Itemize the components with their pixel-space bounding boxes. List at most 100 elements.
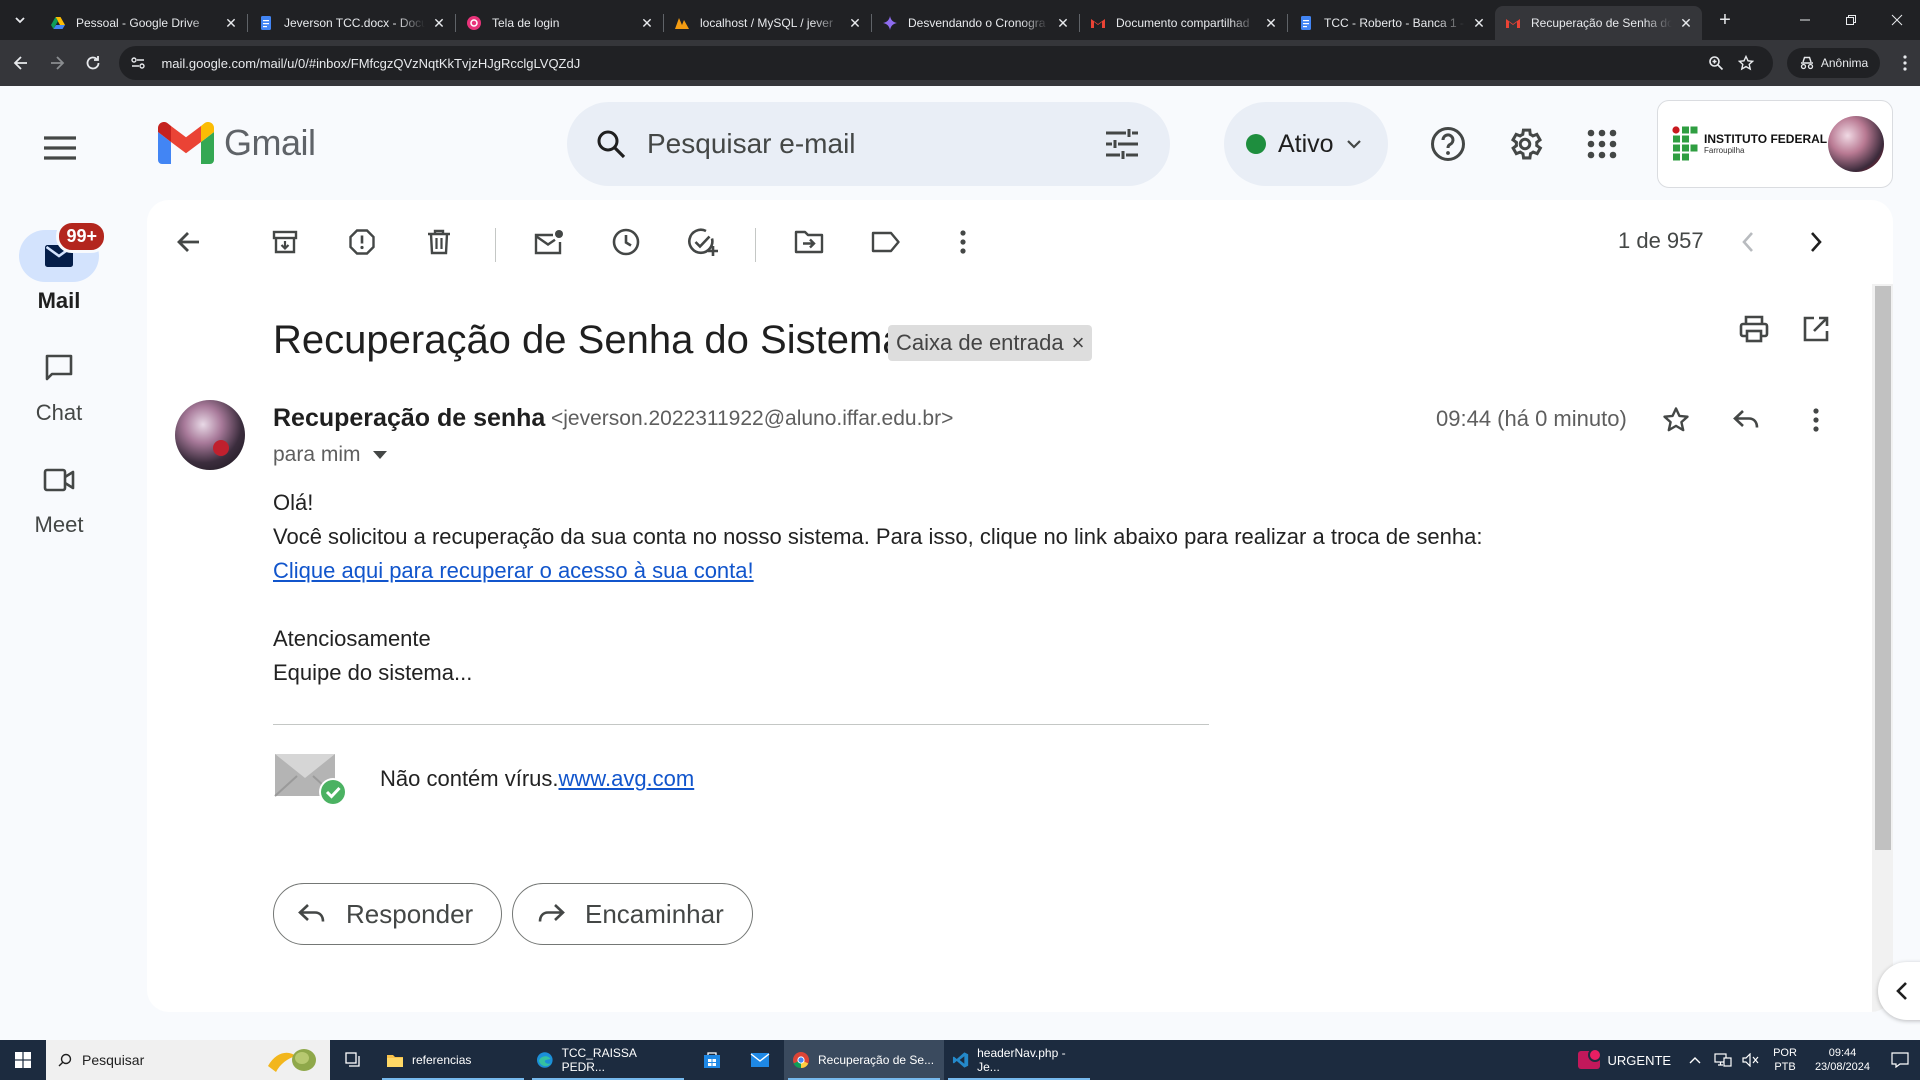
avg-link[interactable]: www.avg.com	[559, 766, 695, 791]
new-tab-button[interactable]: +	[1708, 3, 1742, 37]
labels-button[interactable]	[862, 218, 910, 266]
rail-item-chat[interactable]: Chat	[0, 342, 118, 426]
recipient-details[interactable]: para mim	[273, 443, 387, 467]
browser-tab[interactable]: Desvendando o Cronogra ✕	[872, 6, 1079, 40]
rail-item-meet[interactable]: Meet	[0, 454, 118, 538]
browser-tab[interactable]: Jeverson TCC.docx - Docu ✕	[248, 6, 455, 40]
move-to-button[interactable]	[785, 218, 833, 266]
search-input[interactable]	[647, 128, 1098, 160]
caret-down-icon[interactable]	[372, 451, 387, 459]
sender-name[interactable]: Recuperação de senha	[273, 404, 545, 433]
archive-icon	[272, 230, 298, 254]
taskbar-clock[interactable]: 09:44 23/08/2024	[1805, 1046, 1880, 1074]
toolbar-divider	[755, 228, 756, 262]
close-icon[interactable]: ✕	[431, 15, 447, 31]
recover-account-link[interactable]: Clique aqui para recuperar o acesso à su…	[273, 558, 754, 583]
rail-pill[interactable]	[19, 342, 99, 394]
reload-button[interactable]	[78, 48, 108, 78]
close-window-button[interactable]	[1874, 0, 1920, 40]
task-view-button[interactable]	[330, 1040, 378, 1080]
search-icon[interactable]	[591, 124, 631, 164]
status-dot	[1246, 134, 1266, 154]
search-options-button[interactable]	[1098, 120, 1146, 168]
message-more-button[interactable]	[1792, 396, 1840, 444]
support-button[interactable]	[1420, 116, 1476, 172]
account-avatar[interactable]	[1828, 116, 1884, 172]
notification-center-button[interactable]	[1880, 1040, 1920, 1080]
network-button[interactable]	[1712, 1053, 1734, 1067]
delete-button[interactable]	[415, 218, 463, 266]
newer-message-button[interactable]	[1724, 218, 1772, 266]
close-icon[interactable]: ✕	[847, 15, 863, 31]
store-button[interactable]	[688, 1040, 736, 1080]
main-menu-button[interactable]	[36, 124, 84, 172]
star-button[interactable]	[1652, 396, 1700, 444]
rail-pill[interactable]: 99+	[19, 220, 107, 282]
restore-button[interactable]	[1828, 0, 1874, 40]
message-scrollbar[interactable]	[1872, 284, 1893, 1012]
sender-avatar[interactable]	[175, 400, 245, 470]
more-actions-button[interactable]	[939, 218, 987, 266]
minimize-button[interactable]	[1782, 0, 1828, 40]
bookmark-star-icon[interactable]	[1731, 48, 1761, 78]
open-new-window-button[interactable]	[1792, 305, 1840, 353]
back-button[interactable]	[6, 48, 36, 78]
browser-menu-button[interactable]	[1890, 48, 1920, 78]
browser-tab-active[interactable]: Recuperação de Senha do ✕	[1495, 6, 1702, 40]
mark-unread-button[interactable]	[525, 218, 573, 266]
chevron-right-icon	[1811, 232, 1822, 252]
gmail-logo[interactable]: Gmail	[158, 122, 316, 164]
browser-tab[interactable]: TCC - Roberto - Banca 1 - ✕	[1288, 6, 1495, 40]
incognito-indicator[interactable]: Anônima	[1786, 48, 1881, 78]
reply-button[interactable]: Responder	[273, 883, 503, 945]
urgent-label: URGENTE	[1607, 1052, 1672, 1068]
status-selector[interactable]: Ativo	[1224, 102, 1388, 186]
close-icon[interactable]: ✕	[639, 15, 655, 31]
remove-label-icon[interactable]: ×	[1072, 330, 1085, 356]
volume-button[interactable]	[1740, 1053, 1762, 1067]
zoom-icon[interactable]	[1701, 48, 1731, 78]
print-all-button[interactable]	[1730, 305, 1778, 353]
show-hidden-icons-button[interactable]	[1684, 1056, 1706, 1064]
close-icon[interactable]: ✕	[1055, 15, 1071, 31]
close-icon[interactable]: ✕	[1678, 15, 1694, 31]
scrollbar-thumb[interactable]	[1875, 286, 1891, 850]
tab-search-button[interactable]	[0, 0, 40, 40]
forward-button[interactable]	[42, 48, 72, 78]
close-icon[interactable]: ✕	[223, 15, 239, 31]
start-button[interactable]	[0, 1040, 46, 1080]
close-icon[interactable]: ✕	[1471, 15, 1487, 31]
older-message-button[interactable]	[1792, 218, 1840, 266]
label-chip-inbox[interactable]: Caixa de entrada ×	[888, 325, 1093, 361]
google-apps-button[interactable]	[1574, 116, 1630, 172]
urgent-notification[interactable]: URGENTE	[1568, 1048, 1682, 1069]
incognito-label: Anônima	[1820, 56, 1869, 70]
add-to-tasks-button[interactable]	[679, 218, 727, 266]
taskbar-app[interactable]: referencias	[378, 1040, 528, 1080]
taskbar-search[interactable]: Pesquisar	[46, 1040, 330, 1080]
taskbar-app-active[interactable]: Recuperação de Se...	[784, 1040, 944, 1080]
snooze-button[interactable]	[602, 218, 650, 266]
rail-pill[interactable]	[19, 454, 99, 506]
forward-button[interactable]: Encaminhar	[512, 883, 753, 945]
settings-button[interactable]	[1497, 116, 1553, 172]
star-icon	[1663, 407, 1689, 432]
site-info-icon[interactable]	[129, 54, 147, 72]
close-icon[interactable]: ✕	[1263, 15, 1279, 31]
reply-icon-button[interactable]	[1722, 396, 1770, 444]
browser-tab[interactable]: Tela de login ✕	[456, 6, 663, 40]
back-to-inbox-button[interactable]	[165, 218, 213, 266]
browser-tab[interactable]: Documento compartilhad ✕	[1080, 6, 1287, 40]
browser-tab[interactable]: localhost / MySQL / jever ✕	[664, 6, 871, 40]
address-bar[interactable]: mail.google.com/mail/u/0/#inbox/FMfcgzQV…	[119, 46, 1773, 80]
archive-button[interactable]	[261, 218, 309, 266]
account-switcher[interactable]: INSTITUTO FEDERAL Farroupilha	[1657, 100, 1893, 188]
search-bar[interactable]	[567, 102, 1170, 186]
report-spam-button[interactable]	[338, 218, 386, 266]
taskbar-app[interactable]: headerNav.php - Je...	[944, 1040, 1094, 1080]
input-language[interactable]: POR PTB	[1765, 1046, 1805, 1074]
taskbar-app[interactable]: TCC_RAISSA PEDR...	[528, 1040, 688, 1080]
rail-item-mail[interactable]: 99+ Mail	[0, 220, 118, 314]
browser-tab[interactable]: Pessoal - Google Drive ✕	[40, 6, 247, 40]
mail-app-button[interactable]	[736, 1040, 784, 1080]
